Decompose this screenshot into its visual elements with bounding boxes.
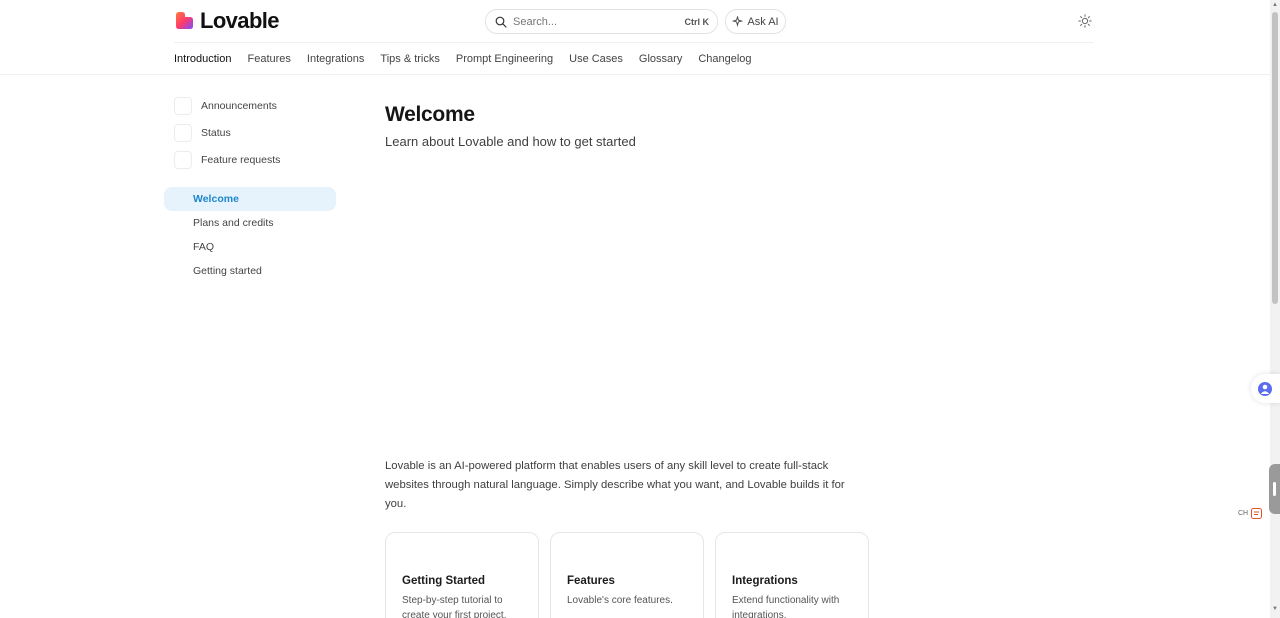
top-header: Lovable Search... Ctrl K Ask AI: [0, 0, 1270, 43]
extension-badge-text: CH: [1238, 510, 1249, 517]
sidebar: Announcements Status Feature requests We…: [164, 92, 336, 283]
page-scrollbar[interactable]: ▲ ▼: [1270, 0, 1280, 618]
search-input[interactable]: Search... Ctrl K: [485, 9, 718, 34]
card-title: Getting Started: [402, 575, 486, 587]
assistant-avatar-icon: [1257, 381, 1272, 396]
card-grid: Getting Started Step-by-step tutorial to…: [385, 532, 869, 618]
side-panel-handle[interactable]: [1269, 464, 1280, 514]
card-integrations[interactable]: Integrations Extend functionality with i…: [715, 532, 869, 618]
sidebar-item-welcome[interactable]: Welcome: [164, 187, 336, 211]
tabs-divider: [0, 74, 1270, 75]
status-icon: [174, 123, 192, 142]
extension-icon: [1251, 508, 1263, 519]
sidebar-link-status[interactable]: Status: [164, 119, 336, 146]
top-tabs: Introduction Features Integrations Tips …: [174, 43, 768, 75]
tab-integrations[interactable]: Integrations: [307, 43, 364, 75]
sidebar-link-label: Announcements: [201, 99, 277, 112]
sidebar-nav: Welcome Plans and credits FAQ Getting st…: [164, 187, 336, 283]
ask-ai-label: Ask AI: [747, 15, 779, 28]
sidebar-link-label: Feature requests: [201, 153, 281, 166]
tab-tips-tricks[interactable]: Tips & tricks: [380, 43, 440, 75]
sidebar-link-announcements[interactable]: Announcements: [164, 92, 336, 119]
card-features[interactable]: Features Lovable's core features.: [550, 532, 704, 618]
brand-logo[interactable]: Lovable: [174, 8, 280, 33]
sidebar-item-getting-started[interactable]: Getting started: [164, 259, 336, 283]
scroll-up-arrow-icon[interactable]: ▲: [1272, 2, 1278, 8]
search-shortcut: Ctrl K: [684, 16, 710, 27]
extension-badges[interactable]: CH: [1238, 508, 1263, 519]
brand-name: Lovable: [200, 8, 280, 33]
scroll-thumb[interactable]: [1272, 12, 1278, 304]
card-description: Lovable's core features.: [567, 595, 673, 606]
lovable-heart-icon: [174, 11, 194, 31]
card-getting-started[interactable]: Getting Started Step-by-step tutorial to…: [385, 532, 539, 618]
tab-introduction[interactable]: Introduction: [174, 43, 232, 75]
card-description: Step-by-step tutorial to create your fir…: [402, 595, 507, 618]
tab-use-cases[interactable]: Use Cases: [569, 43, 623, 75]
tab-features[interactable]: Features: [247, 43, 290, 75]
page-title: Welcome: [385, 103, 475, 126]
card-description: Extend functionality with integrations.: [732, 595, 840, 618]
tab-glossary[interactable]: Glossary: [639, 43, 682, 75]
tab-changelog[interactable]: Changelog: [698, 43, 751, 75]
page-subtitle: Learn about Lovable and how to get start…: [385, 134, 636, 149]
sidebar-item-plans-and-credits[interactable]: Plans and credits: [164, 211, 336, 235]
search-placeholder: Search...: [513, 15, 558, 28]
tab-prompt-engineering[interactable]: Prompt Engineering: [456, 43, 553, 75]
sidebar-link-label: Status: [201, 126, 231, 139]
sidebar-link-feature-requests[interactable]: Feature requests: [164, 146, 336, 173]
card-title: Features: [567, 575, 615, 587]
main-content: Welcome Learn about Lovable and how to g…: [385, 100, 869, 150]
search-icon: [495, 16, 507, 28]
announcements-icon: [174, 96, 192, 115]
ask-ai-button[interactable]: Ask AI: [725, 9, 786, 34]
feature-requests-icon: [174, 150, 192, 169]
card-title: Integrations: [732, 575, 798, 587]
sidebar-item-faq[interactable]: FAQ: [164, 235, 336, 259]
scroll-down-arrow-icon[interactable]: ▼: [1272, 606, 1278, 612]
sparkle-icon: [732, 16, 744, 27]
sun-icon[interactable]: [1078, 14, 1092, 28]
assistant-launcher-button[interactable]: [1251, 374, 1280, 403]
intro-paragraph: Lovable is an AI-powered platform that e…: [385, 460, 845, 510]
